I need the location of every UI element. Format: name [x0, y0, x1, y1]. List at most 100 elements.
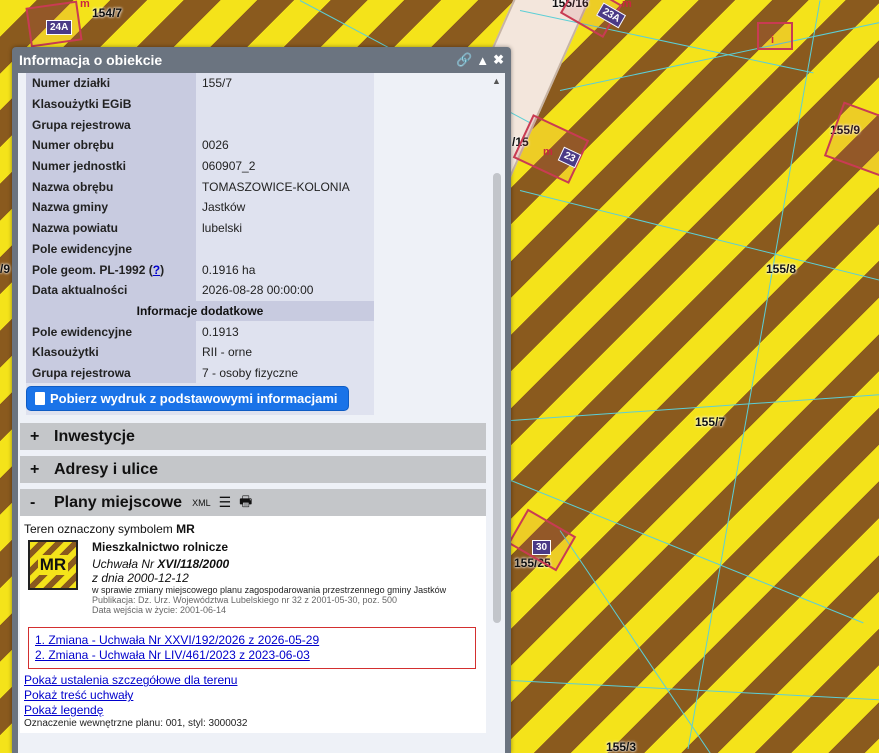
attribute-value: 0026	[196, 135, 374, 156]
attribute-key: Pole ewidencyjne	[26, 321, 196, 342]
link-icon[interactable]: 🔗	[456, 52, 472, 68]
attribute-key: Nazwa gminy	[26, 197, 196, 218]
attribute-value: 2026-08-28 00:00:00	[196, 279, 374, 301]
attribute-row: Grupa rejestrowa	[26, 114, 374, 136]
parcel-label: /9	[0, 262, 11, 276]
parcel-boundary	[510, 680, 879, 701]
section-label: Inwestycje	[54, 427, 135, 445]
help-link[interactable]: ?	[153, 263, 160, 277]
building-tag: 30	[532, 540, 552, 555]
printer-icon[interactable]: 🖶	[239, 491, 252, 515]
attribute-key: Pole ewidencyjne	[26, 238, 196, 260]
print-report-label: Pobierz wydruk z podstawowymi informacja…	[50, 391, 338, 407]
attribute-value	[196, 114, 374, 136]
attribute-key: Numer działki	[26, 73, 196, 94]
building-marker: m	[622, 0, 632, 10]
attribute-row: Nazwa powiatu lubelski	[26, 217, 374, 239]
attribute-key: Grupa rejestrowa	[26, 114, 196, 136]
attribute-value: 7 - osoby fizyczne	[196, 362, 374, 384]
attribute-row: Klasoużytki RII - orne	[26, 341, 374, 363]
panel-title: Informacja o obiekcie	[19, 52, 163, 68]
attribute-value	[196, 93, 374, 115]
attribute-value: RII - orne	[196, 341, 374, 363]
object-info-panel: Informacja o obiekcie 🔗 ▲ ✖ Numer działk…	[12, 47, 511, 753]
attribute-key: Klasoużytki EGiB	[26, 93, 196, 115]
plan-zone-name: Mieszkalnictwo rolnicze	[92, 540, 229, 555]
attribute-key: Grupa rejestrowa	[26, 362, 196, 384]
document-icon	[35, 392, 45, 406]
show-resolution-link[interactable]: Pokaż treść uchwały	[24, 688, 482, 703]
panel-scroll-content: Numer działki 155/7 Klasoużytki EGiB Grupa …	[18, 73, 492, 734]
panel-header[interactable]: Informacja o obiekcie 🔗 ▲ ✖	[18, 47, 505, 73]
print-report-button[interactable]: Pobierz wydruk z podstawowymi informacja…	[26, 386, 349, 412]
parcel-label: 155/8	[766, 262, 797, 276]
plan-change-link[interactable]: 1. Zmiana - Uchwała Nr XXVI/192/2026 z 2…	[35, 633, 469, 648]
panel-scrollbar[interactable]: ▲	[489, 73, 505, 753]
collapse-section-icon: -	[30, 493, 36, 511]
building-marker: i	[771, 34, 775, 46]
parcel-boundary	[687, 0, 821, 750]
panel-body: Numer działki 155/7 Klasoużytki EGiB Grupa …	[18, 73, 505, 753]
parcel-label: 154/7	[92, 6, 123, 20]
zone-symbol-icon: MR	[28, 540, 78, 591]
section-adresy[interactable]: + Adresy i ulice	[20, 456, 486, 484]
parcel-boundary	[559, 21, 879, 91]
show-details-link[interactable]: Pokaż ustalenia szczegółowe dla terenu	[24, 673, 482, 688]
scroll-up-icon[interactable]: ▲	[492, 76, 501, 86]
attribute-value	[196, 238, 374, 260]
attribute-row: Pole geom. PL-1992 (?) 0.1916 ha	[26, 259, 374, 280]
attribute-value: 0.1913	[196, 321, 374, 342]
parcel-label: 155/7	[695, 415, 726, 429]
parcel-boundary	[559, 530, 729, 753]
attribute-row: Grupa rejestrowa 7 - osoby fizyczne	[26, 362, 374, 384]
attribute-value: 155/7	[196, 73, 374, 94]
attribute-row: Pole ewidencyjne	[26, 238, 374, 260]
attribute-row: Numer działki 155/7	[26, 73, 374, 94]
attribute-value: 060907_2	[196, 155, 374, 177]
expand-icon: +	[30, 427, 40, 445]
plan-symbol: MR	[176, 522, 195, 537]
attribute-value: 0.1916 ha	[196, 259, 374, 280]
building-marker: m	[80, 0, 90, 10]
plan-resolution: Uchwała Nr XVI/118/2000	[92, 557, 230, 572]
attribute-key: Klasoużytki	[26, 341, 196, 363]
section-inwestycje[interactable]: + Inwestycje	[20, 423, 486, 451]
section-label: Plany miejscowe	[54, 493, 183, 511]
show-legend-link[interactable]: Pokaż legendę	[24, 703, 482, 718]
plan-date: z dnia 2000-12-12	[92, 571, 189, 586]
attribute-value: TOMASZOWICE-KOLONIA	[196, 176, 374, 198]
attribute-key: Nazwa powiatu	[26, 217, 196, 239]
xml-export-button[interactable]: XML	[192, 498, 211, 508]
plan-details: Teren oznaczony symbolem MR MR Mieszkaln…	[20, 516, 486, 734]
building-outline	[757, 22, 793, 50]
parcel-boundary	[519, 190, 879, 283]
attribute-row: Numer jednostki 060907_2	[26, 155, 374, 177]
close-icon[interactable]: ✖	[493, 52, 504, 68]
plan-publication: Publikacja: Dz. Urz. Województwa Lubelsk…	[92, 595, 397, 606]
attributes-table: Numer działki 155/7 Klasoużytki EGiB Grupa …	[26, 73, 374, 384]
plan-description: w sprawie zmiany miejscowego planu zagos…	[92, 585, 447, 596]
expand-icon: +	[30, 460, 40, 478]
parcel-label: 155/3	[606, 740, 637, 753]
attribute-row: Numer obrębu 0026	[26, 135, 374, 156]
scrollbar-thumb[interactable]	[493, 173, 501, 623]
attribute-key: Data aktualności	[26, 279, 196, 301]
plan-effective-date: Data wejścia w życie: 2001-06-14	[92, 605, 227, 616]
attribute-row: Data aktualności 2026-08-28 00:00:00	[26, 279, 374, 301]
plan-intro: Teren oznaczony symbolem	[24, 522, 173, 537]
attribute-row: Nazwa gminy Jastków	[26, 197, 374, 218]
attribute-value: lubelski	[196, 217, 374, 239]
building-tag: 24A	[46, 20, 73, 35]
section-plany[interactable]: - Plany miejscowe XML ☰ 🖶	[20, 489, 486, 517]
plan-changes-box: 1. Zmiana - Uchwała Nr XXVI/192/2026 z 2…	[28, 627, 476, 670]
attribute-row: Klasoużytki EGiB	[26, 93, 374, 115]
attribute-key: Numer obrębu	[26, 135, 196, 156]
collapse-icon[interactable]: ▲	[476, 53, 489, 68]
attribute-row: Pole ewidencyjne 0.1913	[26, 321, 374, 342]
list-icon[interactable]: ☰	[219, 494, 232, 511]
plan-change-link[interactable]: 2. Zmiana - Uchwała Nr LIV/461/2023 z 20…	[35, 648, 469, 663]
section-header-extra: Informacje dodatkowe	[26, 300, 374, 322]
attribute-key: Numer jednostki	[26, 155, 196, 177]
attribute-row: Nazwa obrębu TOMASZOWICE-KOLONIA	[26, 176, 374, 198]
attribute-key: Pole geom. PL-1992 (?)	[26, 259, 196, 280]
